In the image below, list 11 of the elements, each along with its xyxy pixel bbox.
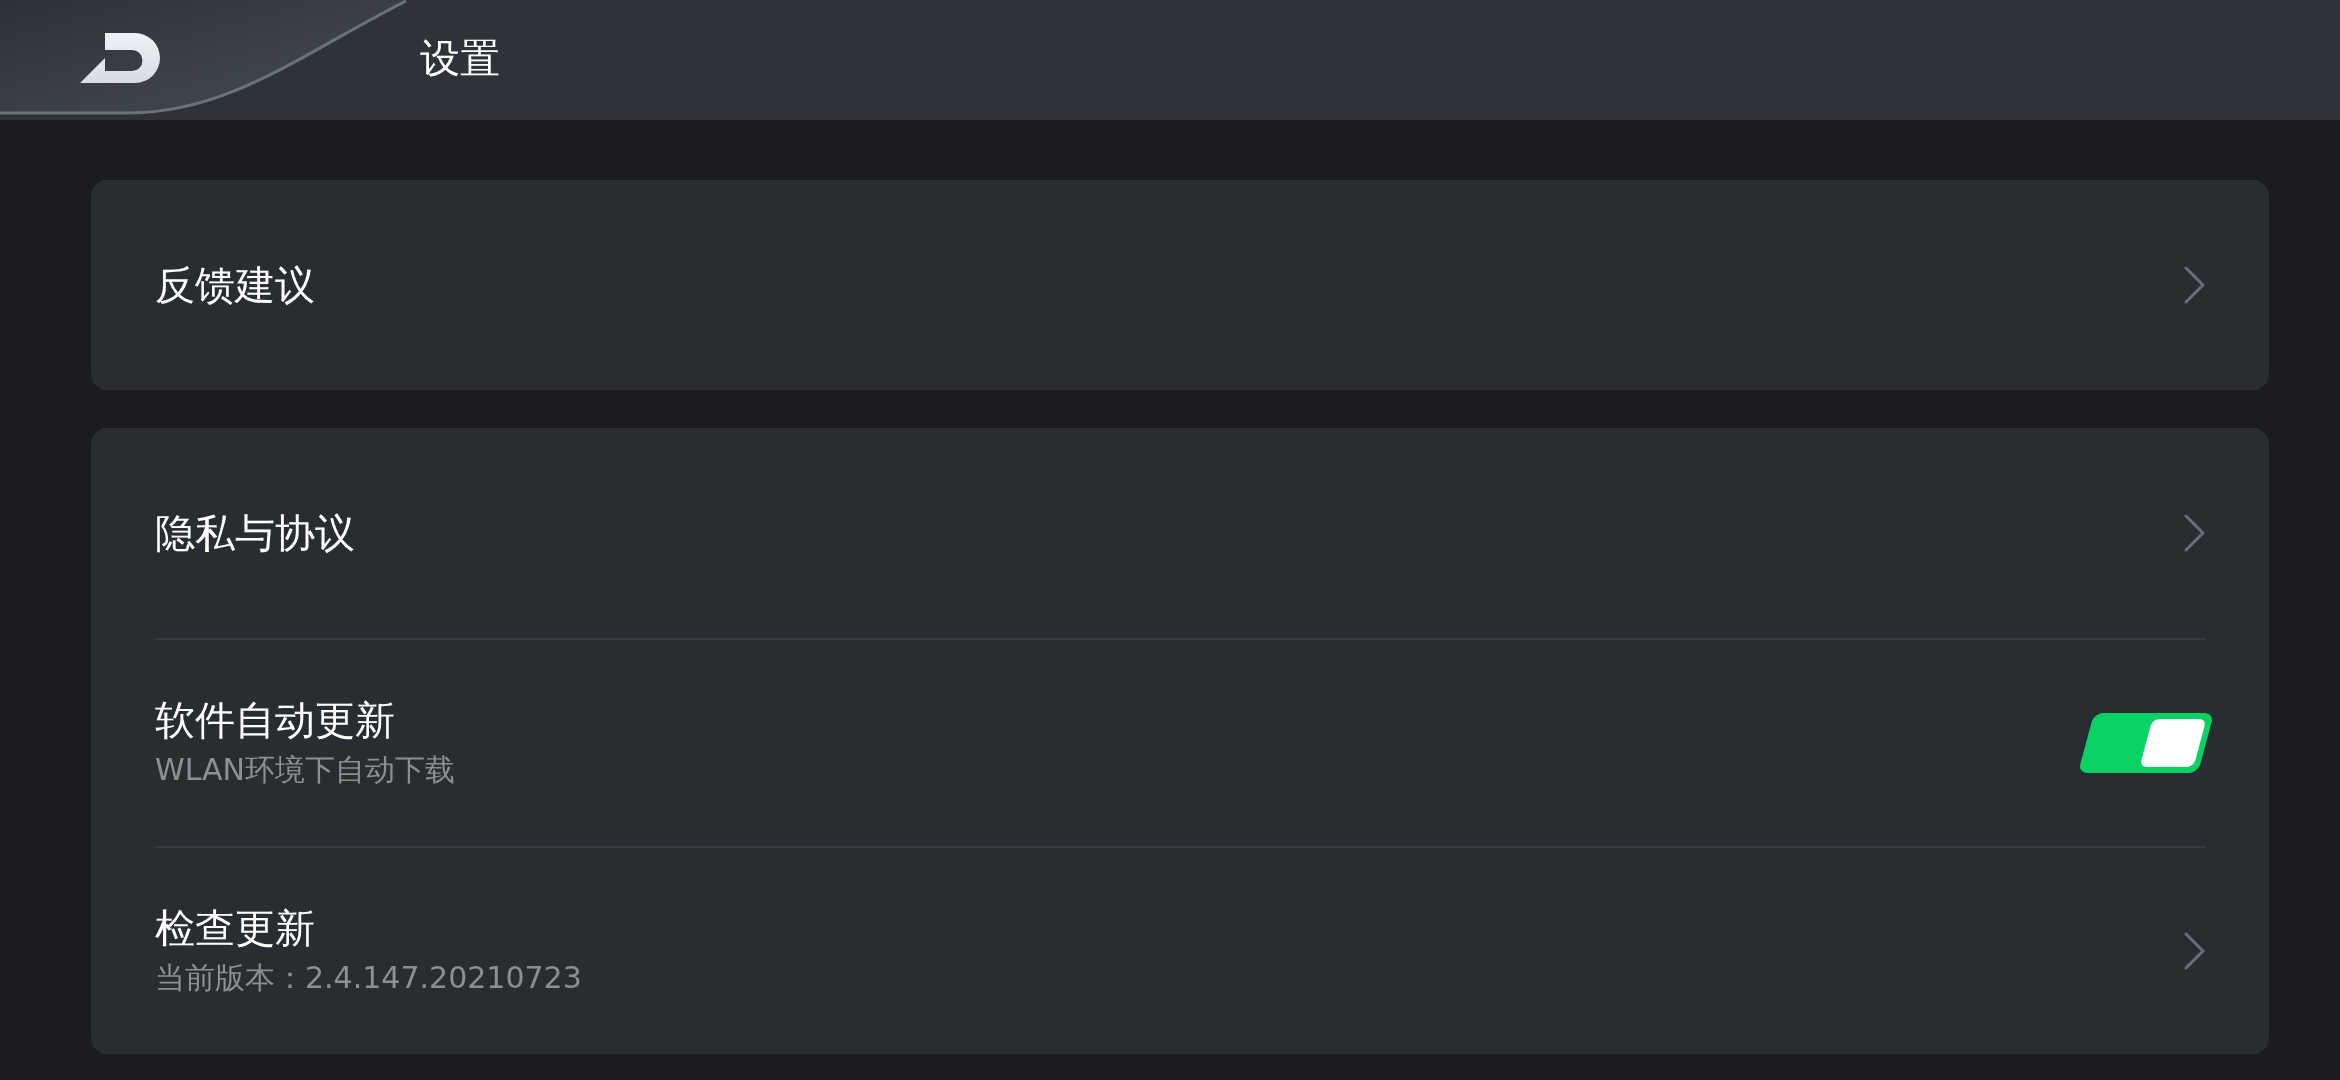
setting-subtitle: WLAN环境下自动下载 [155,751,456,789]
setting-title: 检查更新 [155,904,316,952]
chevron-right-icon [2184,932,2206,970]
setting-title: 隐私与协议 [155,509,355,557]
setting-title: 反馈建议 [155,261,315,309]
setting-title: 软件自动更新 [155,696,396,744]
chevron-right-icon [2184,514,2206,552]
back-icon [80,33,160,83]
chevron-right-icon [2184,266,2206,304]
setting-subtitle: 当前版本：2.4.147.20210723 [155,959,582,997]
page-title: 设置 [420,34,500,82]
